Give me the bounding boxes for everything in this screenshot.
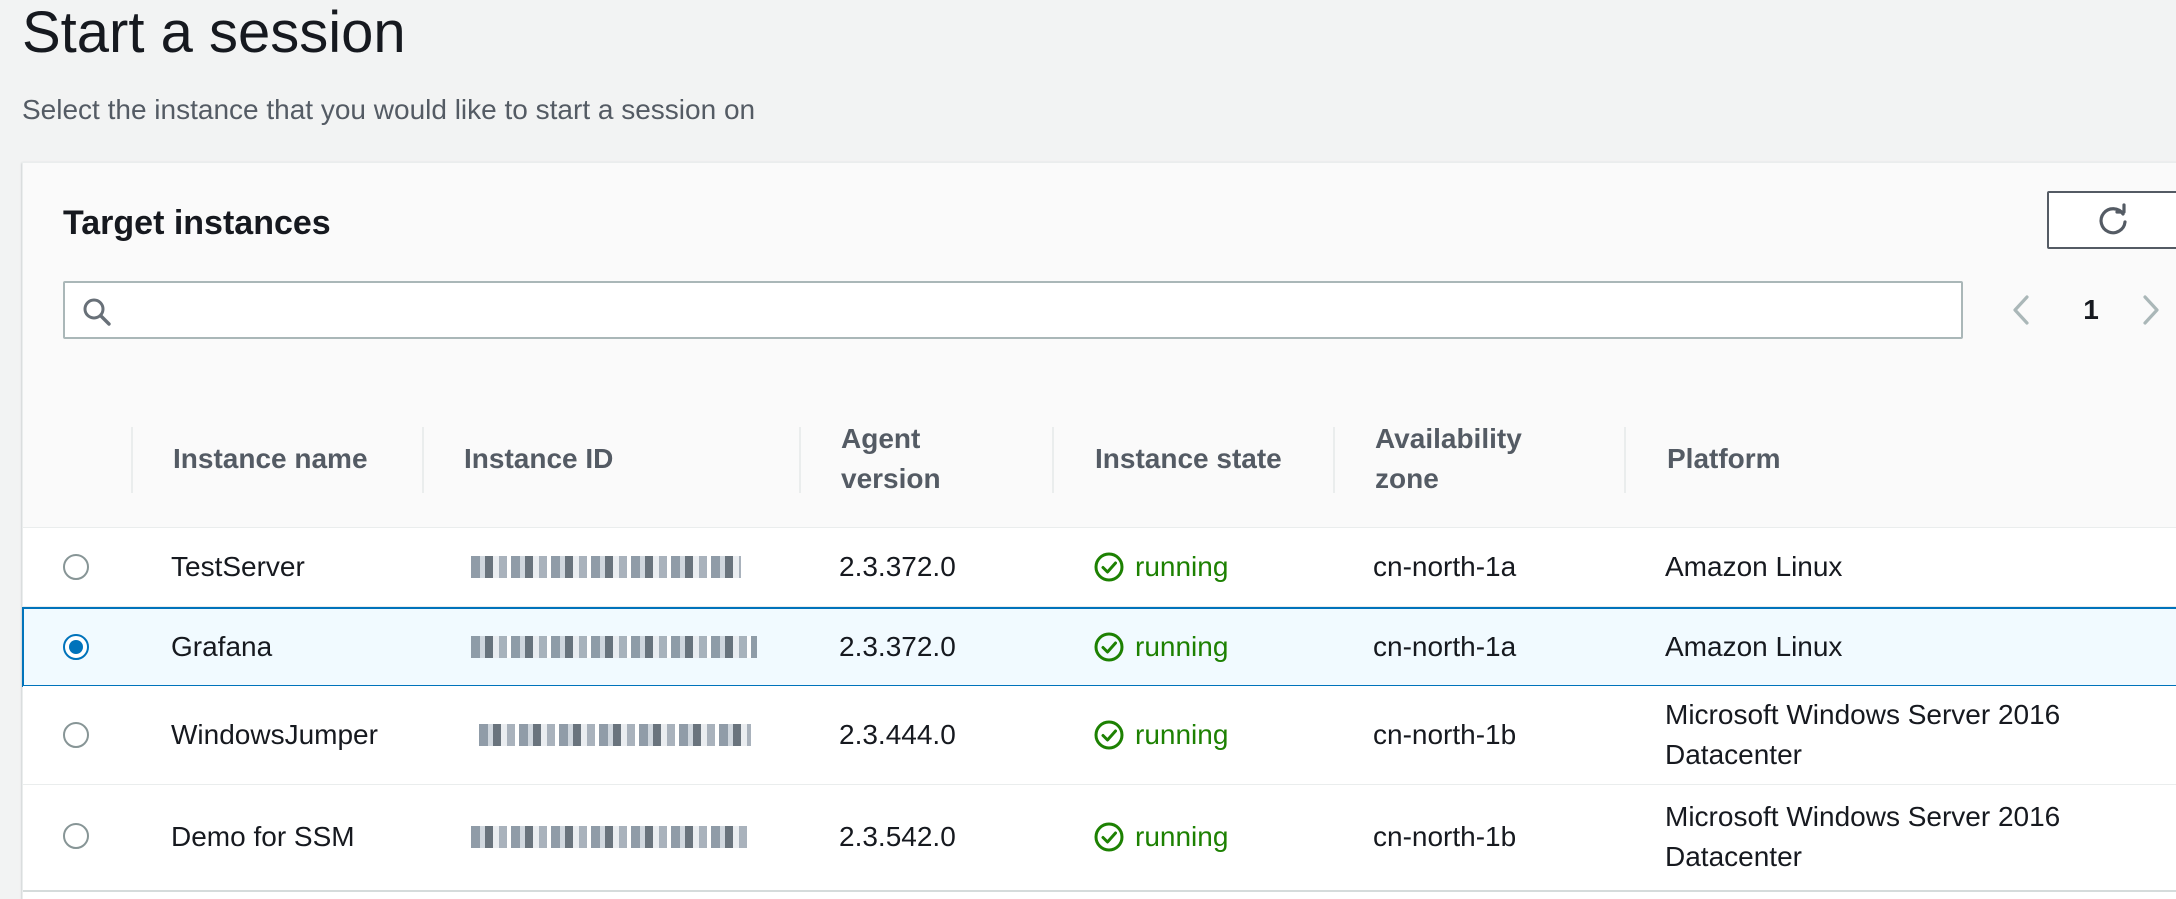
column-header-availability-zone[interactable]: Availability zone bbox=[1375, 391, 1575, 527]
refresh-button[interactable] bbox=[2047, 191, 2176, 249]
row-radio-button[interactable] bbox=[63, 722, 89, 748]
table-bottom-border bbox=[23, 890, 2176, 892]
page-title: Start a session bbox=[22, 0, 406, 65]
instance-name: Grafana bbox=[171, 631, 273, 662]
check-circle-icon bbox=[1094, 720, 1124, 750]
agent-version: 2.3.542.0 bbox=[839, 821, 956, 852]
platform: Microsoft Windows Server 2016 Datacenter bbox=[1665, 801, 2061, 872]
column-divider[interactable] bbox=[422, 427, 424, 493]
row-radio-button-checked[interactable] bbox=[63, 634, 89, 660]
pagination-current-page[interactable]: 1 bbox=[2061, 289, 2121, 331]
table-header: Instance name Instance ID Agent version … bbox=[23, 391, 2176, 528]
availability-zone: cn-north-1a bbox=[1373, 551, 1517, 582]
search-input[interactable] bbox=[129, 283, 1953, 339]
table-row[interactable]: WindowsJumper 2.3.444.0 running cn-north… bbox=[23, 686, 2176, 785]
availability-zone: cn-north-1b bbox=[1373, 719, 1517, 750]
agent-version: 2.3.444.0 bbox=[839, 719, 956, 750]
instance-state-label: running bbox=[1135, 631, 1229, 662]
table-row[interactable]: TestServer 2.3.372.0 running cn-north-1a… bbox=[23, 528, 2176, 607]
row-radio-button[interactable] bbox=[63, 823, 89, 849]
column-divider[interactable] bbox=[1624, 427, 1626, 493]
target-instances-panel: Target instances 1 Instance name Instanc… bbox=[22, 162, 2176, 899]
row-radio-button[interactable] bbox=[63, 554, 89, 580]
instance-id-redacted bbox=[471, 609, 757, 685]
instance-state: running bbox=[1093, 609, 1228, 685]
check-circle-icon bbox=[1094, 632, 1124, 662]
column-divider[interactable] bbox=[1333, 427, 1335, 493]
check-circle-icon bbox=[1094, 822, 1124, 852]
instance-state: running bbox=[1093, 528, 1228, 606]
instance-state-label: running bbox=[1135, 719, 1229, 750]
platform: Amazon Linux bbox=[1665, 631, 1843, 662]
panel-header: Target instances 1 bbox=[23, 163, 2176, 392]
instance-name: TestServer bbox=[171, 551, 305, 582]
instance-state: running bbox=[1093, 785, 1228, 889]
column-header-instance-name[interactable]: Instance name bbox=[173, 391, 368, 527]
refresh-icon bbox=[2099, 203, 2127, 235]
column-divider[interactable] bbox=[131, 427, 133, 493]
instance-state: running bbox=[1093, 686, 1228, 784]
chevron-left-icon[interactable] bbox=[2001, 289, 2041, 331]
column-divider[interactable] bbox=[799, 427, 801, 493]
page-description: Select the instance that you would like … bbox=[22, 94, 756, 125]
availability-zone: cn-north-1a bbox=[1373, 631, 1517, 662]
platform: Microsoft Windows Server 2016 Datacenter bbox=[1665, 699, 2061, 770]
instance-name: Demo for SSM bbox=[171, 821, 355, 852]
column-header-instance-id[interactable]: Instance ID bbox=[464, 391, 613, 527]
table-row-selected[interactable]: Grafana 2.3.372.0 running cn-north-1a Am… bbox=[22, 607, 2176, 687]
instance-id-redacted bbox=[471, 785, 751, 889]
column-header-instance-state[interactable]: Instance state bbox=[1095, 391, 1282, 527]
search-icon bbox=[83, 298, 111, 326]
panel-title: Target instances bbox=[63, 204, 331, 242]
instance-id-redacted bbox=[479, 686, 751, 784]
column-divider[interactable] bbox=[1052, 427, 1054, 493]
agent-version: 2.3.372.0 bbox=[839, 631, 956, 662]
table-row[interactable]: Demo for SSM 2.3.542.0 running cn-north-… bbox=[23, 785, 2176, 889]
column-header-agent-version[interactable]: Agent version bbox=[841, 391, 981, 527]
chevron-right-icon[interactable] bbox=[2131, 289, 2171, 331]
check-circle-icon bbox=[1094, 552, 1124, 582]
search-box[interactable] bbox=[63, 281, 1963, 339]
column-header-platform[interactable]: Platform bbox=[1667, 391, 1781, 527]
instance-state-label: running bbox=[1135, 821, 1229, 852]
instance-id-redacted bbox=[471, 528, 741, 606]
availability-zone: cn-north-1b bbox=[1373, 821, 1517, 852]
platform: Amazon Linux bbox=[1665, 551, 1843, 582]
instance-state-label: running bbox=[1135, 551, 1229, 582]
instance-name: WindowsJumper bbox=[171, 719, 378, 750]
agent-version: 2.3.372.0 bbox=[839, 551, 956, 582]
